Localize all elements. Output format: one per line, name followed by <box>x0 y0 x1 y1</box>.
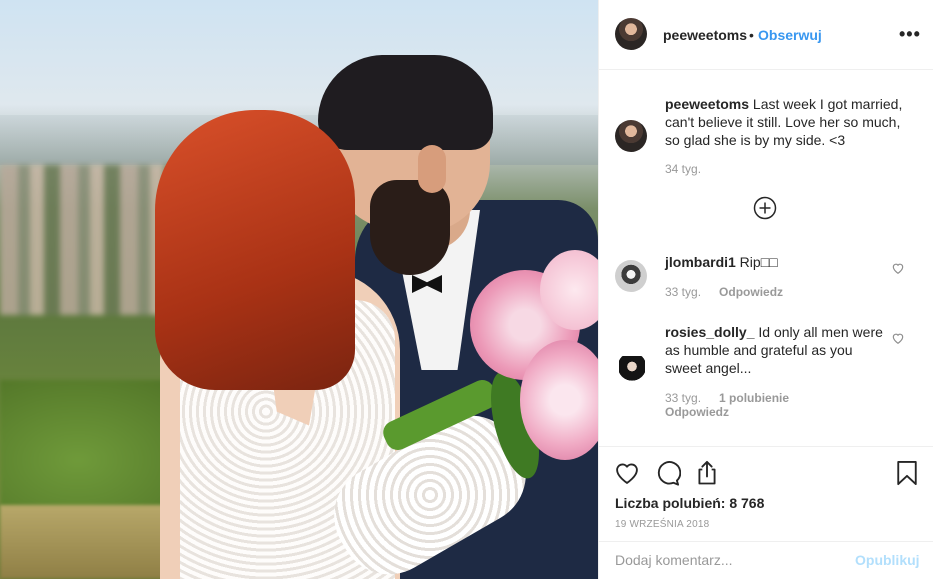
photo-groom-beard <box>370 180 450 275</box>
separator-dot: • <box>749 27 754 43</box>
heart-icon[interactable] <box>891 331 905 345</box>
comment-icon[interactable] <box>653 459 681 487</box>
author-username[interactable]: peeweetoms <box>663 27 747 43</box>
comment-text: Rip□□ <box>735 254 778 270</box>
comment-likes[interactable]: 1 polubienie <box>719 391 789 405</box>
post-date[interactable]: 19 WRZEŚNIA 2018 <box>615 519 709 530</box>
add-comment-bar: Dodaj komentarz... Opublikuj <box>599 541 933 580</box>
comment-username[interactable]: rosies_dolly_ <box>665 324 755 340</box>
comment-meta: 33 tyg. Odpowiedz <box>665 285 783 299</box>
heart-icon[interactable] <box>891 261 905 275</box>
instagram-post: peeweetoms • Obserwuj ••• peeweetoms Las… <box>0 0 933 579</box>
comment-timestamp[interactable]: 33 tyg. <box>665 285 701 299</box>
photo-bride-hair <box>155 110 355 390</box>
reply-button[interactable]: Odpowiedz <box>719 285 783 299</box>
photo-groom-ear <box>418 145 446 193</box>
post-side-panel: peeweetoms • Obserwuj ••• peeweetoms Las… <box>598 0 933 579</box>
caption-username[interactable]: peeweetoms <box>665 96 749 112</box>
reply-button[interactable]: Odpowiedz <box>665 405 729 419</box>
heart-icon[interactable] <box>613 459 641 487</box>
bookmark-icon[interactable] <box>893 459 921 487</box>
commenter-avatar[interactable] <box>615 260 647 292</box>
post-photo[interactable] <box>0 0 598 579</box>
comment-meta: 33 tyg. 1 polubienie <box>665 391 789 405</box>
author-avatar[interactable] <box>615 18 647 50</box>
comment-input[interactable]: Dodaj komentarz... <box>615 552 733 568</box>
caption-avatar[interactable] <box>615 120 647 152</box>
comment: rosies_dolly_ Id only all men were as hu… <box>665 323 885 377</box>
follow-button[interactable]: Obserwuj <box>758 27 822 43</box>
publish-button[interactable]: Opublikuj <box>855 552 920 568</box>
photo-groom-hair <box>318 55 493 150</box>
post-caption: peeweetoms Last week I got married, can'… <box>665 95 915 149</box>
comment-username[interactable]: jlombardi1 <box>665 254 736 270</box>
post-actions: Liczba polubień: 8 768 19 WRZEŚNIA 2018 <box>599 446 933 541</box>
post-header: peeweetoms • Obserwuj ••• <box>599 0 933 70</box>
comment-meta: Odpowiedz <box>665 405 729 419</box>
more-options-icon[interactable]: ••• <box>899 24 921 45</box>
plus-circle-icon[interactable] <box>753 196 777 220</box>
like-count[interactable]: Liczba polubień: 8 768 <box>615 495 764 511</box>
comment: jlombardi1 Rip□□ <box>665 253 885 271</box>
share-icon[interactable] <box>693 459 721 487</box>
comment-timestamp[interactable]: 33 tyg. <box>665 391 701 405</box>
commenter-avatar[interactable] <box>619 356 645 386</box>
caption-timestamp[interactable]: 34 tyg. <box>665 162 701 176</box>
